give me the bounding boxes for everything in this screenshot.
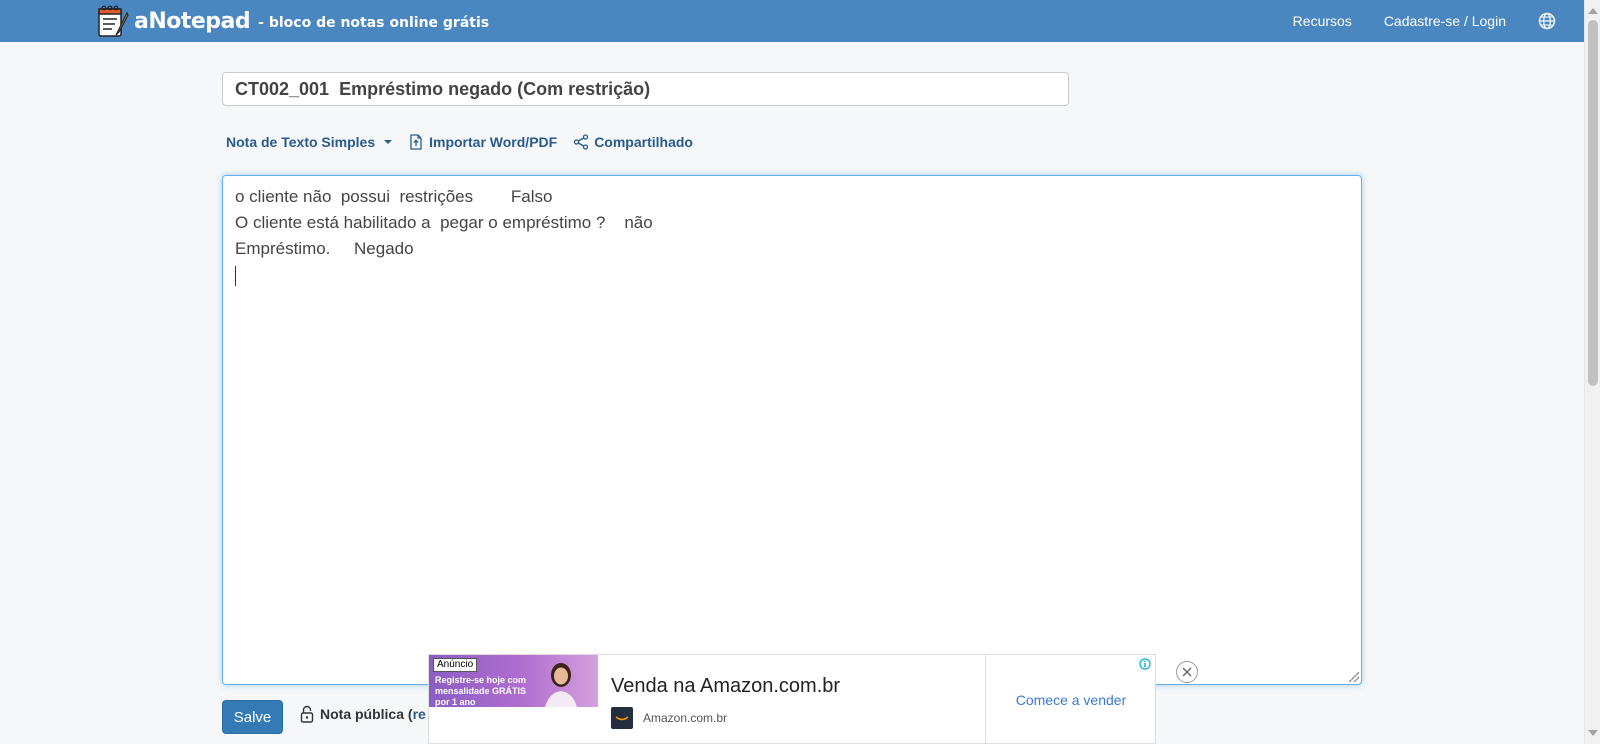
share-label: Compartilhado: [594, 134, 693, 150]
ad-source: Amazon.com.br: [611, 707, 727, 729]
note-title-input[interactable]: [222, 72, 1069, 106]
brand-name: aNotepad: [134, 8, 251, 34]
public-note-toggle[interactable]: Nota pública (re: [300, 705, 426, 723]
amazon-logo-icon: [611, 707, 633, 729]
nav-signup-login-link[interactable]: Cadastre-se / Login: [1384, 13, 1506, 29]
editor-line: o cliente não possui restrições Falso: [235, 187, 553, 206]
notepad-logo-icon: [98, 5, 129, 37]
note-editor-textarea[interactable]: o cliente não possui restrições Falso O …: [222, 175, 1362, 685]
scroll-up-arrow-icon[interactable]: [1588, 8, 1598, 14]
ad-source-name: Amazon.com.br: [643, 711, 728, 725]
public-note-label: Nota pública (: [320, 706, 413, 722]
resize-grip-icon[interactable]: [1349, 672, 1359, 682]
ad-info-icon[interactable]: [1139, 658, 1151, 670]
brand[interactable]: aNotepad - bloco de notas online grátis: [96, 4, 489, 38]
ad-image[interactable]: Anúncio Registre-se hoje com mensalidade…: [429, 655, 598, 707]
note-toolbar: Nota de Texto Simples Importar Word/PDF …: [226, 130, 693, 154]
note-type-dropdown[interactable]: Nota de Texto Simples: [226, 134, 393, 150]
editor-line: Empréstimo. Negado: [235, 239, 414, 258]
top-navbar: aNotepad - bloco de notas online grátis …: [0, 0, 1584, 42]
globe-icon[interactable]: [1538, 12, 1556, 30]
import-label: Importar Word/PDF: [429, 134, 558, 150]
page-scrollbar[interactable]: [1584, 0, 1600, 744]
editor-cursor-line: [235, 262, 1349, 288]
advertisement-banner[interactable]: Anúncio Registre-se hoje com mensalidade…: [428, 654, 1156, 744]
ad-title[interactable]: Venda na Amazon.com.br: [611, 675, 840, 698]
share-button[interactable]: Compartilhado: [573, 134, 693, 150]
nav-resources-link[interactable]: Recursos: [1293, 13, 1352, 29]
scroll-thumb[interactable]: [1588, 20, 1598, 386]
close-icon: [1182, 667, 1192, 677]
ad-cta-button[interactable]: Comece a vender: [985, 655, 1157, 744]
brand-tagline: - bloco de notas online grátis: [258, 15, 490, 31]
note-type-label: Nota de Texto Simples: [226, 134, 376, 150]
scroll-down-arrow-icon[interactable]: [1588, 730, 1598, 736]
ad-label: Anúncio: [433, 658, 478, 672]
public-note-link[interactable]: re: [413, 706, 426, 722]
share-icon: [574, 134, 589, 150]
save-button[interactable]: Salve: [222, 700, 283, 734]
person-illustration-icon: [545, 663, 577, 707]
file-upload-icon: [410, 134, 422, 150]
editor-line: O cliente está habilitado a pegar o empr…: [235, 213, 653, 232]
ad-close-button[interactable]: [1176, 661, 1198, 683]
lock-open-icon: [300, 705, 314, 723]
caret-down-icon: [384, 140, 393, 144]
import-button[interactable]: Importar Word/PDF: [408, 134, 557, 150]
ad-image-text: Registre-se hoje com mensalidade GRÁTIS …: [435, 675, 527, 707]
nav-links: Recursos Cadastre-se / Login: [1293, 0, 1556, 42]
text-cursor: [235, 266, 236, 286]
